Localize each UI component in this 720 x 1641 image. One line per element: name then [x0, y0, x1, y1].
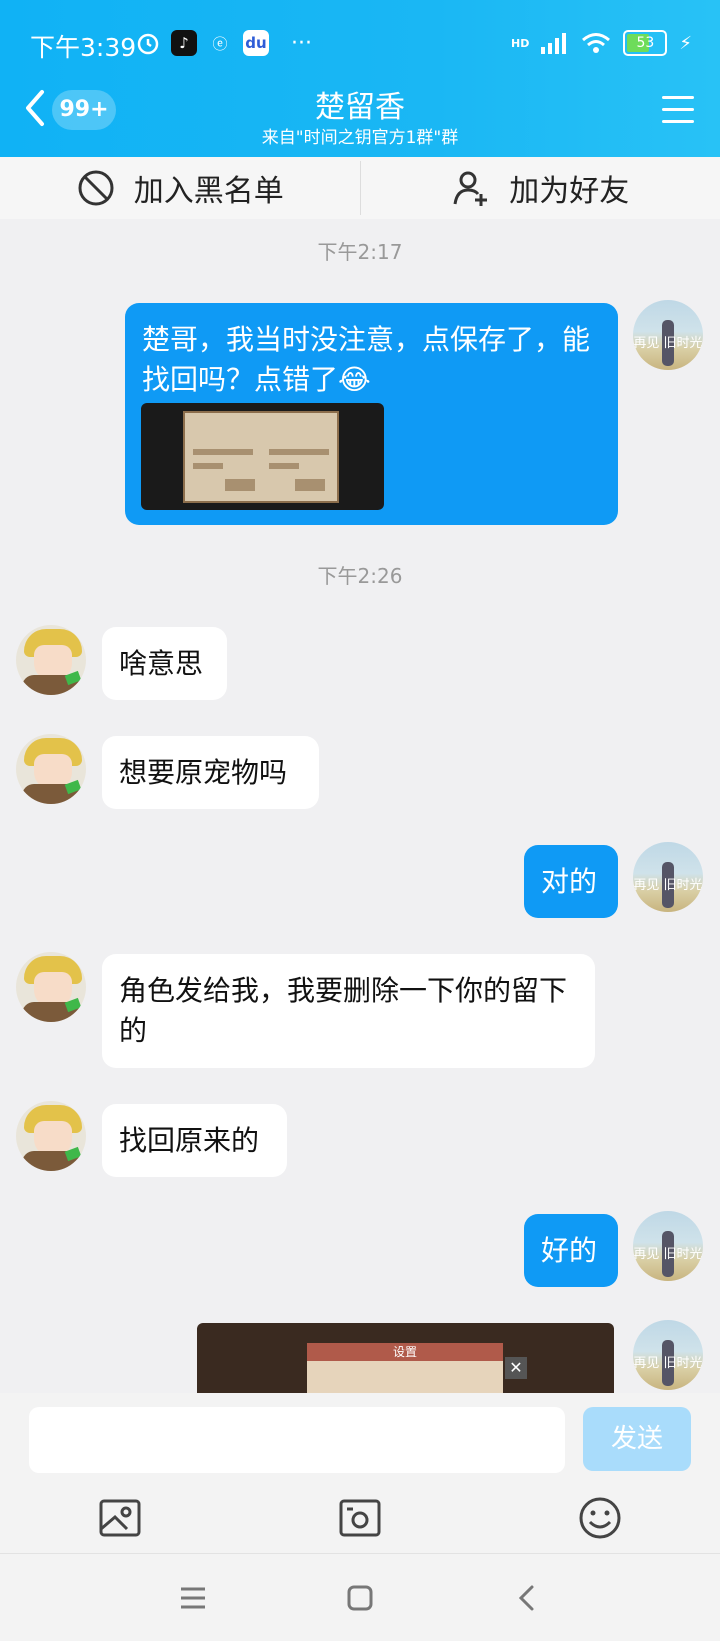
- avatar-self-text: 再见 旧时光: [633, 1352, 703, 1371]
- status-bar: 下午3:39 ♪ ⓔ du ··· HD 53 ⚡: [0, 0, 720, 90]
- image-icon[interactable]: [97, 1495, 143, 1541]
- avatar-other[interactable]: [16, 1101, 86, 1171]
- chat-title: 楚留香: [0, 82, 720, 126]
- game-screenshot-panel: [183, 411, 339, 503]
- avatar-other[interactable]: [16, 734, 86, 804]
- camera-icon[interactable]: [337, 1495, 383, 1541]
- chat-header: 下午3:39 ♪ ⓔ du ··· HD 53 ⚡ 99+ 楚留香 来自"时间之…: [0, 0, 720, 157]
- message-text: 想要原宠物吗: [119, 753, 302, 793]
- back-nav-icon[interactable]: [510, 1580, 546, 1616]
- block-button[interactable]: 加入黑名单: [0, 157, 360, 219]
- chat-subtitle: 来自"时间之钥官方1群"群: [0, 123, 720, 148]
- hamburger-menu-icon[interactable]: [662, 96, 694, 124]
- avatar-other[interactable]: [16, 625, 86, 695]
- block-icon: [76, 168, 116, 208]
- recent-apps-icon[interactable]: [175, 1580, 211, 1616]
- status-time: 下午3:39: [30, 28, 136, 64]
- system-nav-bar: [0, 1553, 720, 1641]
- browser-icon: ⓔ: [207, 30, 233, 56]
- avatar-self[interactable]: 再见 旧时光: [633, 1211, 703, 1281]
- message-text: 找回原来的: [119, 1121, 270, 1161]
- input-bar: 发送: [0, 1393, 720, 1553]
- message-bubble-self[interactable]: 好的: [524, 1214, 618, 1287]
- tiktok-icon: ♪: [171, 30, 197, 56]
- avatar-self-text: 再见 旧时光: [633, 332, 703, 351]
- close-icon: ✕: [505, 1357, 527, 1379]
- charging-icon: ⚡: [679, 33, 692, 54]
- message-bubble-self[interactable]: 楚哥，我当时没注意，点保存了，能找回吗？点错了😂: [125, 303, 618, 525]
- message-bubble-other[interactable]: 角色发给我，我要删除一下你的留下的: [102, 954, 595, 1068]
- battery-icon: 53: [623, 30, 667, 56]
- wifi-icon: [581, 32, 611, 54]
- emoji-icon[interactable]: [577, 1495, 623, 1541]
- settings-dialog-title: 设置: [307, 1343, 503, 1361]
- add-friend-label: 加为好友: [509, 166, 629, 210]
- block-label: 加入黑名单: [134, 166, 284, 210]
- message-image-thumbnail[interactable]: [141, 403, 384, 510]
- send-button[interactable]: 发送: [583, 1407, 691, 1471]
- message-bubble-self[interactable]: 对的: [524, 845, 618, 918]
- hd-label: HD: [511, 37, 529, 50]
- avatar-self[interactable]: 再见 旧时光: [633, 842, 703, 912]
- battery-level: 53: [636, 35, 654, 51]
- avatar-self-text: 再见 旧时光: [633, 1243, 703, 1262]
- message-bubble-other[interactable]: 啥意思: [102, 627, 227, 700]
- message-text: 楚哥，我当时没注意，点保存了，能找回吗？点错了😂: [142, 320, 601, 400]
- more-notifications-icon: ···: [291, 31, 312, 56]
- message-image-self[interactable]: 设置 ✕: [197, 1323, 614, 1403]
- status-right: HD 53 ⚡: [511, 30, 692, 56]
- message-text: 好的: [541, 1231, 601, 1271]
- avatar-self-text: 再见 旧时光: [633, 874, 703, 893]
- baidu-icon: du: [243, 30, 269, 56]
- input-tools: [0, 1495, 720, 1551]
- alarm-icon: [135, 30, 161, 56]
- timestamp: 下午2:17: [0, 236, 720, 265]
- message-text: 角色发给我，我要删除一下你的留下的: [119, 971, 578, 1051]
- home-icon[interactable]: [342, 1580, 378, 1616]
- message-text: 啥意思: [119, 644, 210, 684]
- message-input[interactable]: [29, 1407, 565, 1473]
- avatar-self[interactable]: 再见 旧时光: [633, 1320, 703, 1390]
- message-text: 对的: [541, 862, 601, 902]
- message-bubble-other[interactable]: 想要原宠物吗: [102, 736, 319, 809]
- avatar-self[interactable]: 再见 旧时光: [633, 300, 703, 370]
- stranger-action-bar: 加入黑名单 加为好友: [0, 157, 720, 219]
- add-user-icon: [451, 168, 491, 208]
- message-bubble-other[interactable]: 找回原来的: [102, 1104, 287, 1177]
- status-notification-icons: ♪ ⓔ du ···: [135, 30, 312, 56]
- avatar-other[interactable]: [16, 952, 86, 1022]
- add-friend-button[interactable]: 加为好友: [361, 157, 720, 219]
- signal-icon: [541, 32, 569, 54]
- timestamp: 下午2:26: [0, 560, 720, 589]
